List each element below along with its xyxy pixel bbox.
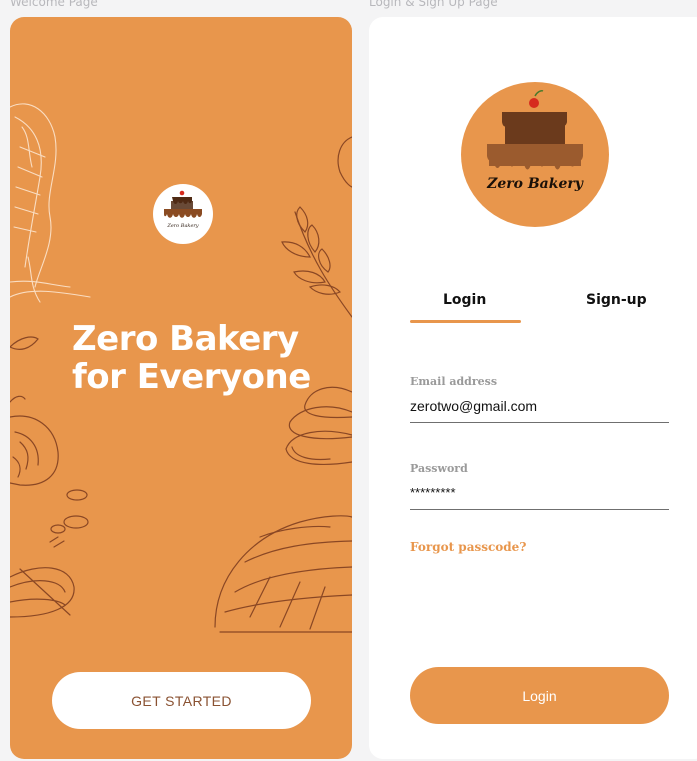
bread-loaf-icon [214,515,352,633]
figure-sketch-icon [10,103,91,303]
tab-login[interactable]: Login [443,292,486,308]
login-frame-label: Login & Sign Up Page [369,0,498,9]
password-field-underline [410,509,669,510]
login-button[interactable]: Login [410,667,669,724]
email-field-underline [410,422,669,423]
cake-icon [487,90,583,170]
bread-slices-icon [285,386,352,466]
get-started-button[interactable]: GET STARTED [52,672,311,729]
welcome-frame-label: Welcome Page [10,0,98,9]
tab-sign-up[interactable]: Sign-up [586,292,647,308]
hero-headline: Zero Bakery for Everyone [72,320,342,396]
login-screen: Zero Bakery Login Sign-up Email address … [369,17,697,759]
email-field[interactable] [410,397,669,415]
walnut-sketch-icon [10,415,59,486]
password-field-label: Password [410,462,468,475]
active-tab-indicator [410,320,521,323]
logo-large-text: Zero Bakery [487,176,583,192]
hero-line-1: Zero Bakery [72,319,299,359]
whisk-sketch-icon [10,567,75,618]
cake-icon [164,190,202,218]
hero-line-2: for Everyone [72,357,311,397]
password-field[interactable] [410,483,669,501]
bakery-logo-small: Zero Bakery [153,184,213,244]
logo-small-text: Zero Bakery [167,223,199,229]
forgot-passcode-link[interactable]: Forgot passcode? [410,540,526,554]
bakery-logo-large: Zero Bakery [461,82,609,227]
welcome-screen: Zero Bakery Zero Bakery for Everyone GET… [10,17,352,759]
leaf-branch-icon [281,136,352,318]
email-field-label: Email address [410,375,498,388]
